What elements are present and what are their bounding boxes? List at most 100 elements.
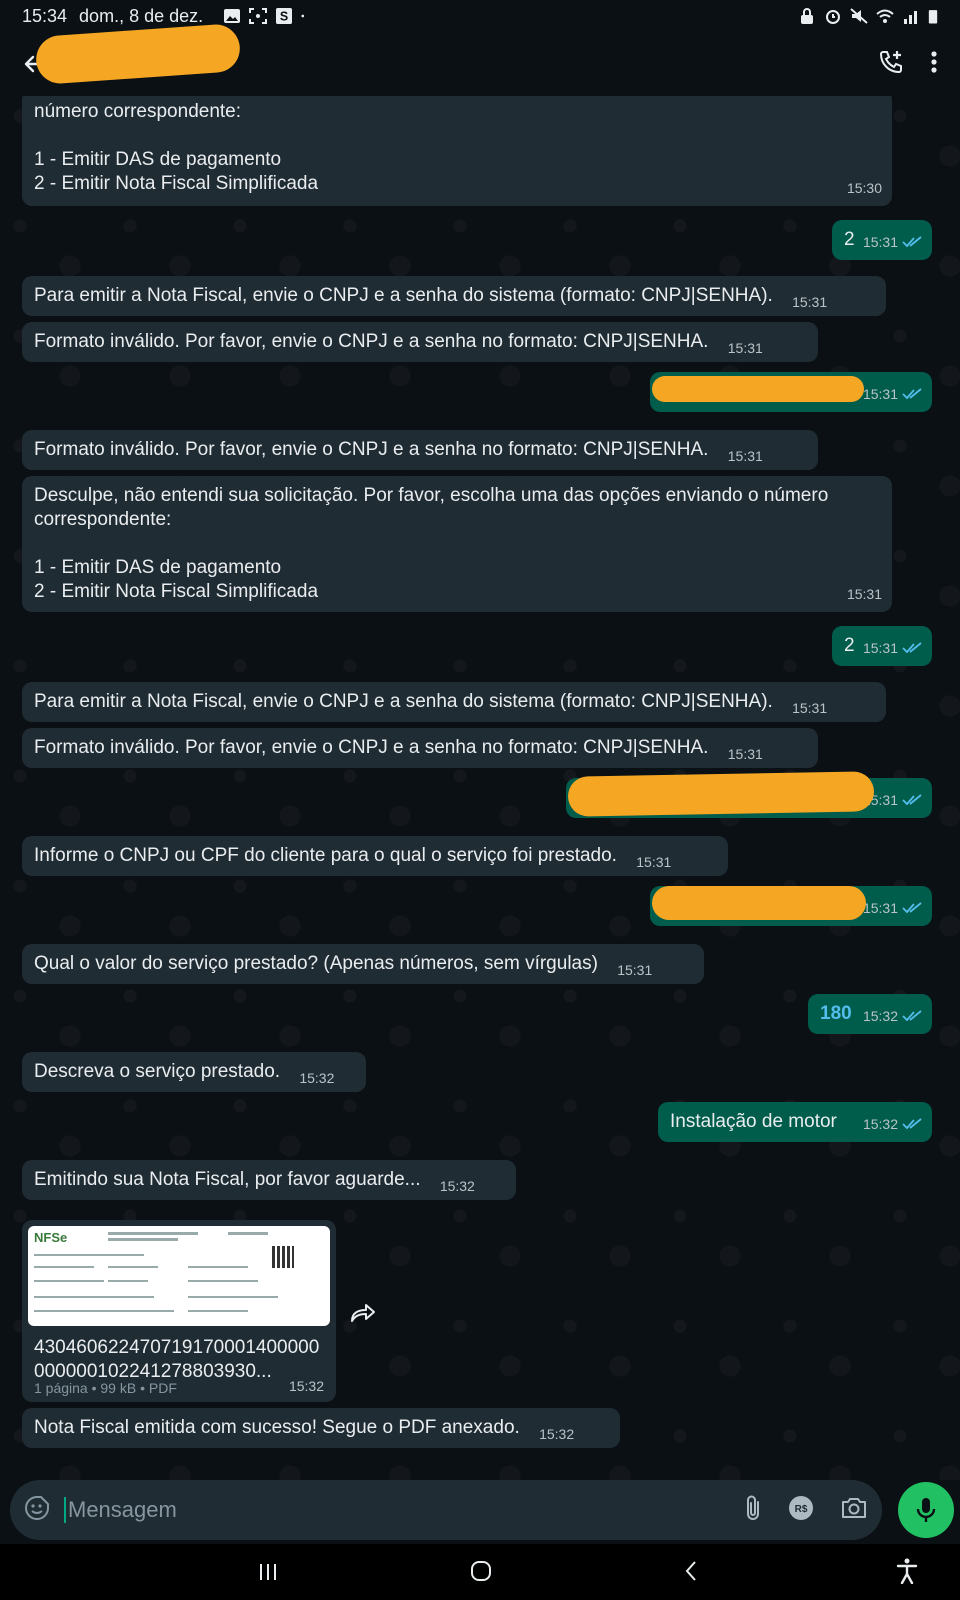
read-ticks-icon [902,236,922,248]
svg-text:S: S [280,9,288,23]
message-time: 15:31 [617,962,653,978]
message-time: 15:31 [792,294,828,310]
add-call-icon[interactable] [878,49,904,80]
redaction-message [567,771,875,817]
message-time: 15:31 [846,586,882,602]
redaction-message [652,376,864,402]
incoming-message[interactable]: Para emitir a Nota Fiscal, envie o CNPJ … [22,682,886,722]
message-text[interactable]: 180 [820,1003,852,1024]
message-time: 15:31 [727,448,763,464]
dot-icon [301,14,305,18]
outgoing-message[interactable]: 2 15:31 [832,626,932,666]
message-text: número correspondente: 1 - Emitir DAS de… [34,101,319,194]
incoming-message[interactable]: Emitindo sua Nota Fiscal, por favor agua… [22,1160,516,1200]
pdf-info: 1 página • 99 kB • PDF [34,1380,177,1396]
accessibility-icon[interactable] [896,1558,918,1584]
mic-button[interactable] [898,1482,954,1538]
status-date: dom., 8 de dez. [79,5,204,26]
nfse-logo: NFSe [34,1230,68,1245]
status-time: 15:34 [22,5,68,26]
message-time: 15:31 [862,640,898,656]
message-time: 15:31 [636,854,672,870]
outgoing-message[interactable]: 15:31 [566,771,932,818]
incoming-message[interactable]: Para emitir a Nota Fiscal, envie o CNPJ … [22,276,886,316]
attach-icon[interactable] [744,1494,762,1527]
chat-area[interactable]: número correspondente: 1 - Emitir DAS de… [0,96,960,1480]
incoming-message[interactable]: Formato inválido. Por favor, envie o CNP… [22,322,818,362]
message-time: 15:30 [846,180,882,196]
screenshot-icon [249,8,268,24]
alarm-icon [826,10,840,24]
s-app-icon: S [276,8,293,24]
incoming-message[interactable]: Informe o CNPJ ou CPF do cliente para o … [22,836,728,876]
incoming-message[interactable]: Nota Fiscal emitida com sucesso! Segue o… [22,1408,620,1448]
message-time: 15:31 [727,340,763,356]
read-ticks-icon [902,388,922,400]
mute-icon [850,8,868,24]
message-time: 15:32 [539,1426,575,1442]
message-text: Para emitir a Nota Fiscal, envie o CNPJ … [34,691,773,712]
outgoing-message[interactable]: Instalação de motor 15:32 [658,1102,932,1142]
read-ticks-icon [902,1010,922,1022]
mic-icon [916,1498,936,1522]
incoming-message[interactable]: Desculpe, não entendi sua solicitação. P… [22,476,892,612]
composer-bar: Mensagem R$ [0,1480,960,1552]
message-text: Para emitir a Nota Fiscal, envie o CNPJ … [34,285,773,306]
message-time: 15:32 [439,1178,475,1194]
pdf-attachment[interactable]: NFSe 43046062247071917000140000000000010… [22,1220,336,1402]
read-ticks-icon [902,1118,922,1130]
message-text: Instalação de motor [670,1111,837,1132]
read-ticks-icon [902,642,922,654]
incoming-message[interactable]: Descreva o serviço prestado. 15:32 [22,1052,366,1092]
message-text: Formato inválido. Por favor, envie o CNP… [34,737,709,758]
more-options-icon[interactable] [930,50,938,79]
lock-icon [801,8,813,24]
message-text: Qual o valor do serviço prestado? (Apena… [34,953,598,974]
qr-code [272,1246,294,1268]
system-nav-bar [0,1544,960,1600]
message-time: 15:31 [862,386,898,402]
incoming-message[interactable]: Formato inválido. Por favor, envie o CNP… [22,728,818,768]
signal-icon [904,11,917,24]
message-text: Desculpe, não entendi sua solicitação. P… [34,485,829,602]
home-icon[interactable] [470,1560,492,1582]
message-input[interactable]: Mensagem R$ [10,1480,882,1540]
incoming-message[interactable]: Formato inválido. Por favor, envie o CNP… [22,430,818,470]
wifi-icon [876,9,894,23]
message-time: 15:32 [299,1070,335,1086]
redaction-contact-name [34,22,242,86]
pdf-thumbnail[interactable]: NFSe [28,1226,330,1326]
svg-text:R$: R$ [795,1504,808,1515]
message-time: 15:31 [862,234,898,250]
message-time: 15:32 [288,1378,324,1394]
message-text: Emitindo sua Nota Fiscal, por favor agua… [34,1169,421,1190]
message-text: Informe o CNPJ ou CPF do cliente para o … [34,845,617,866]
redaction-message [652,886,866,920]
message-text: 2 [844,229,855,250]
camera-icon[interactable] [840,1496,868,1525]
emoji-icon[interactable] [24,1495,50,1526]
forward-icon[interactable] [346,1296,380,1330]
message-text: Descreva o serviço prestado. [34,1061,281,1082]
message-text: 2 [844,635,855,656]
outgoing-message[interactable]: 2 15:31 [832,220,932,260]
outgoing-message[interactable]: 15:31 [650,886,932,926]
battery-icon [928,10,938,24]
message-time: 15:32 [862,1008,898,1024]
incoming-message[interactable]: Qual o valor do serviço prestado? (Apena… [22,944,704,984]
read-ticks-icon [902,794,922,806]
back-nav-icon[interactable] [684,1560,698,1582]
message-time: 15:31 [727,746,763,762]
read-ticks-icon [902,902,922,914]
outgoing-message[interactable]: 15:31 [650,372,932,412]
outgoing-message[interactable]: 180 15:32 [808,994,932,1034]
status-bar: 15:34 dom., 8 de dez. S [0,0,960,32]
payment-icon[interactable]: R$ [788,1495,814,1526]
message-time: 15:32 [862,1116,898,1132]
recent-apps-icon[interactable] [258,1562,278,1582]
incoming-message[interactable]: número correspondente: 1 - Emitir DAS de… [22,96,892,206]
message-placeholder[interactable]: Mensagem [64,1497,177,1523]
pdf-filename: 4304606224707191700014000000000001022412… [34,1337,320,1380]
chat-header [0,22,960,96]
gallery-icon [224,9,241,23]
